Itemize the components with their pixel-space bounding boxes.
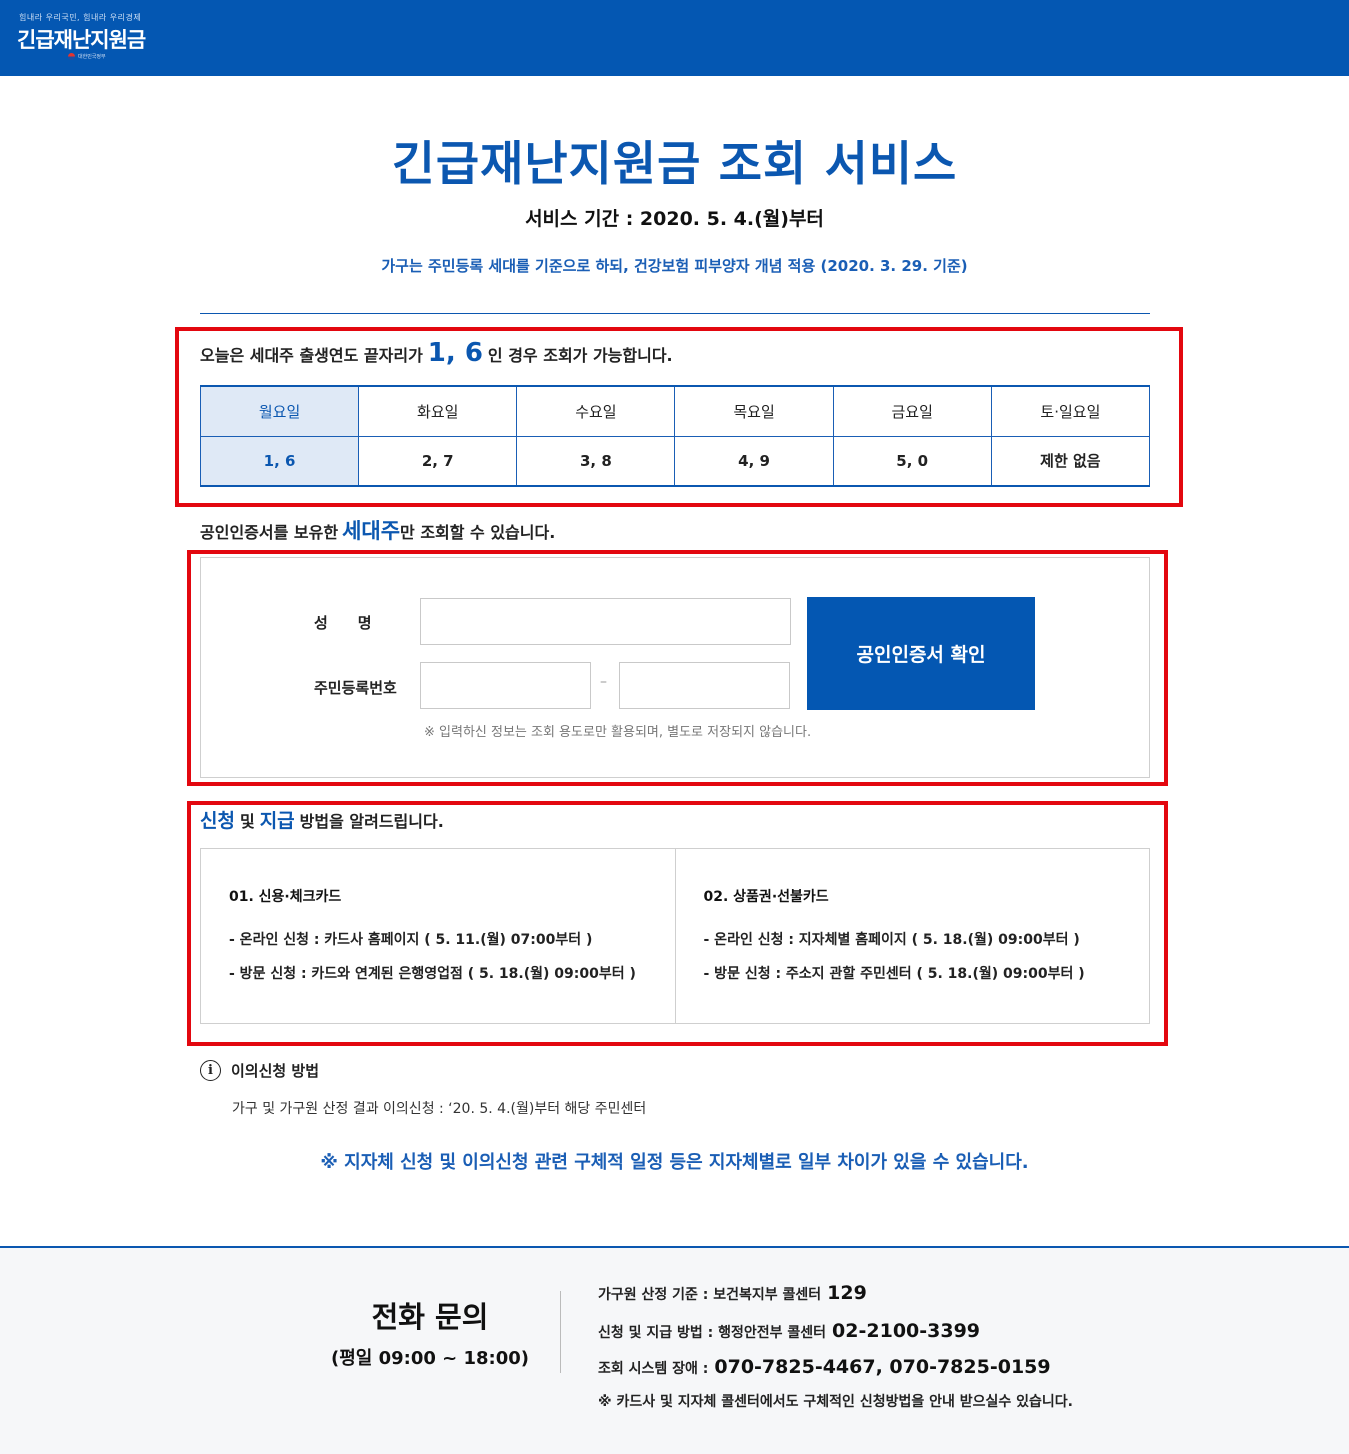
method-card-voucher: 02. 상품권·선불카드 - 온라인 신청 : 지자체별 홈페이지 ( 5. 1… [674,849,1150,1023]
method-online: - 온라인 신청 : 지자체별 홈페이지 ( 5. 18.(월) 09:00부터… [703,932,1080,948]
weekday-schedule-table: 월요일 화요일 수요일 목요일 금요일 토·일요일 1, 6 2, 7 3, 8… [199,385,1151,487]
schedule-digits-fri: 5, 0 [832,435,992,487]
household-criteria-note: 가구는 주민등록 세대를 기준으로 하되, 건강보험 피부양자 개념 적용 (2… [381,257,968,275]
title-divider [200,313,1150,314]
phone-inquiry-title: 전화 문의 [371,1300,489,1334]
local-schedule-note: ※ 지자체 신청 및 이의신청 관련 구체적 일정 등은 지자체별로 일부 차이… [320,1152,1029,1173]
today-eligible-digits: 1, 6 [427,338,483,368]
method-card-credit: 01. 신용·체크카드 - 온라인 신청 : 카드사 홈페이지 ( 5. 11.… [201,849,675,1023]
contact-number: 02-2100-3399 [832,1320,981,1342]
site-logo[interactable]: 긴급재난지원금 [17,24,146,54]
schedule-digits-tue: 2, 7 [358,435,518,487]
contact-line: 조회 시스템 장애 : 070-7825-4467, 070-7825-0159 [598,1356,1051,1378]
schedule-day-fri: 금요일 [832,385,992,437]
today-eligibility-notice: 오늘은 세대주 출생연도 끝자리가 1, 6 인 경우 조회가 가능합니다. [200,338,673,368]
certificate-holder-notice: 공인인증서를 보유한 세대주 만 조회할 수 있습니다. [200,515,555,545]
cert-notice-before: 공인인증서를 보유한 [200,523,339,542]
method-online: - 온라인 신청 : 카드사 홈페이지 ( 5. 11.(월) 07:00부터 … [229,932,593,948]
info-icon: i [200,1060,221,1081]
contact-line: 신청 및 지급 방법 : 행정안전부 콜센터 02-2100-3399 [598,1320,980,1342]
apply-methods-heading: 신청 및 지급 방법을 알려드립니다. [200,806,444,833]
government-label-text: 대한민국정부 [78,54,106,60]
schedule-day-tue: 화요일 [358,385,518,437]
objection-title: 이의신청 방법 [231,1062,320,1080]
objection-heading: i 이의신청 방법 [200,1060,319,1081]
apply-heading-mid: 및 [239,812,255,831]
footer-note: ※ 카드사 및 지자체 콜센터에서도 구체적인 신청방법을 안내 받으실수 있습… [598,1394,1073,1410]
privacy-note: ※ 입력하신 정보는 조회 용도로만 활용되며, 별도로 저장되지 않습니다. [424,725,812,740]
logo-slogan: 힘내라 우리국민, 힘내라 우리경제 [19,13,142,22]
method-visit: - 방문 신청 : 주소지 관할 주민센터 ( 5. 18.(월) 09:00부… [703,966,1085,982]
schedule-digits-wed: 3, 8 [516,435,676,487]
method-title: 02. 상품권·선불카드 [703,889,829,905]
government-label: 대한민국정부 [68,53,106,60]
rrn-label: 주민등록번호 [314,679,397,697]
apply-heading-word1: 신청 [200,810,235,832]
schedule-digits-mon: 1, 6 [199,435,360,487]
today-notice-after: 인 경우 조회가 가능합니다. [487,346,673,365]
apply-heading-word2: 지급 [259,810,295,832]
schedule-day-weekend: 토·일요일 [990,385,1151,437]
contact-label: 조회 시스템 장애 : [598,1361,709,1377]
schedule-digits-weekend: 제한 없음 [990,435,1151,487]
certificate-verify-button[interactable]: 공인인증서 확인 [807,597,1035,710]
schedule-digits-thu: 4, 9 [674,435,834,487]
phone-inquiry-hours: (평일 09:00 ~ 18:00) [330,1348,530,1369]
rrn-front-input[interactable] [420,662,591,709]
method-title: 01. 신용·체크카드 [229,889,342,905]
apply-heading-after: 방법을 알려드립니다. [299,812,444,831]
footer [0,1248,1349,1454]
schedule-day-mon: 월요일 [199,385,360,437]
apply-methods-panel: 01. 신용·체크카드 - 온라인 신청 : 카드사 홈페이지 ( 5. 11.… [200,848,1150,1024]
today-notice-before: 오늘은 세대주 출생연도 끝자리가 [200,346,423,365]
schedule-digit-row: 1, 6 2, 7 3, 8 4, 9 5, 0 제한 없음 [199,435,1151,487]
name-input[interactable] [420,598,791,645]
rrn-dash: – [600,674,607,690]
method-visit: - 방문 신청 : 카드와 연계된 은행영업점 ( 5. 18.(월) 09:0… [229,966,636,982]
schedule-day-wed: 수요일 [516,385,676,437]
contact-line: 가구원 산정 기준 : 보건복지부 콜센터 129 [598,1282,867,1304]
contact-number: 070-7825-4467, 070-7825-0159 [714,1356,1051,1378]
cert-notice-highlight: 세대주 [342,519,401,543]
objection-detail: 가구 및 가구원 산정 결과 이의신청 : ‘20. 5. 4.(월)부터 해당… [232,1101,647,1117]
name-label: 성 명 [314,614,372,632]
government-emblem-icon [68,53,75,60]
rrn-back-input[interactable] [619,662,790,709]
footer-separator [560,1291,561,1373]
cert-notice-after: 만 조회할 수 있습니다. [400,523,556,542]
contact-label: 신청 및 지급 방법 : 행정안전부 콜센터 [598,1325,827,1341]
page-title: 긴급재난지원금 조회 서비스 [391,137,958,192]
contact-label: 가구원 산정 기준 : 보건복지부 콜센터 [598,1287,822,1303]
contact-number: 129 [827,1282,867,1304]
service-period: 서비스 기간 : 2020. 5. 4.(월)부터 [525,208,824,230]
top-header-bar: 힘내라 우리국민, 힘내라 우리경제 긴급재난지원금 대한민국정부 [0,0,1349,76]
schedule-day-row: 월요일 화요일 수요일 목요일 금요일 토·일요일 [199,385,1151,437]
schedule-day-thu: 목요일 [674,385,834,437]
